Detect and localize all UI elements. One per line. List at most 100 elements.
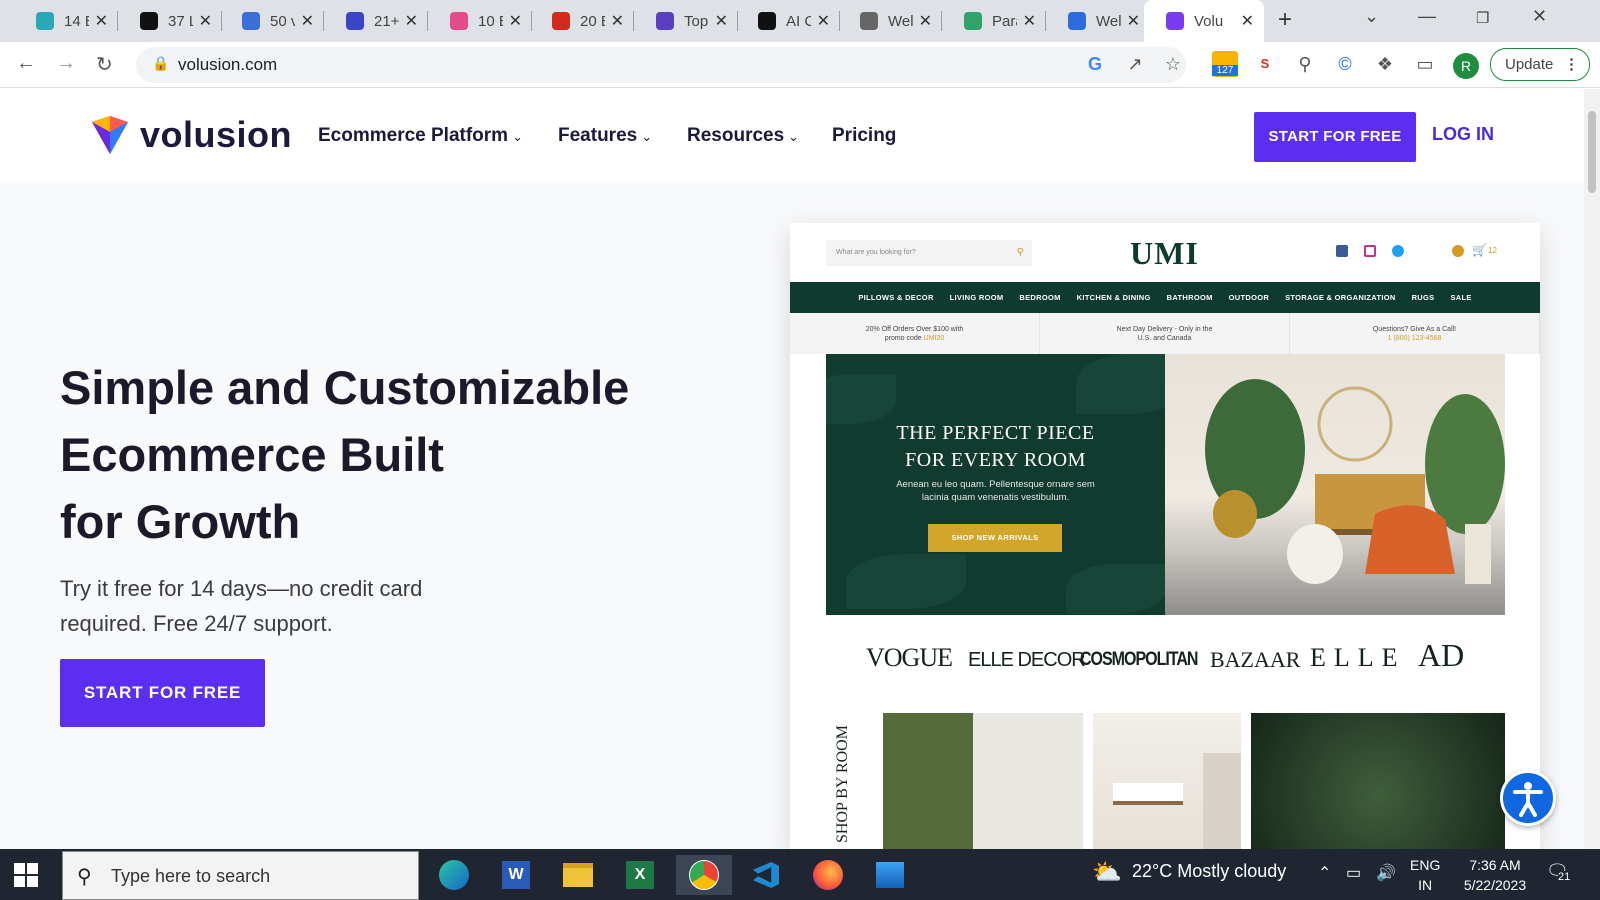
chrome-icon[interactable]: [676, 855, 732, 895]
seo-extension-icon[interactable]: S: [1254, 53, 1276, 75]
browser-tab[interactable]: Top ✕: [634, 0, 738, 42]
accessibility-button[interactable]: [1500, 770, 1556, 826]
close-tab-icon[interactable]: ✕: [919, 11, 932, 31]
press-logo-bazaar: BAZAAR: [1210, 647, 1301, 672]
close-tab-icon[interactable]: ✕: [405, 11, 418, 31]
login-link[interactable]: LOG IN: [1432, 124, 1494, 145]
volusion-logo[interactable]: volusion: [92, 114, 292, 156]
extension-calendar-icon[interactable]: 127: [1212, 51, 1238, 77]
mockup-search-bar: What are you looking for? ⚲: [826, 240, 1032, 266]
browser-tab[interactable]: 37 L ✕: [118, 0, 222, 42]
edge-icon[interactable]: [434, 855, 474, 895]
bookmark-star-icon[interactable]: ☆: [1162, 53, 1184, 75]
side-panel-icon[interactable]: ▭: [1414, 53, 1436, 75]
browser-tab[interactable]: Wel ✕: [838, 0, 942, 42]
chevron-down-icon: ⌄: [512, 129, 523, 144]
address-bar[interactable]: 🔒 volusion.com G ↗ ☆: [136, 47, 1186, 83]
tab-title: 10 E: [478, 12, 503, 30]
google-lens-icon[interactable]: G: [1084, 53, 1106, 75]
url-text[interactable]: volusion.com: [178, 55, 277, 75]
close-tab-icon[interactable]: ✕: [1127, 11, 1140, 31]
browser-toolbar: ← → ↻ 🔒 volusion.com G ↗ ☆ 127 S ⚲ © ❖ ▭…: [0, 42, 1600, 88]
weather-text[interactable]: 22°C Mostly cloudy: [1132, 861, 1286, 882]
zoom-extension-icon[interactable]: ⚲: [1294, 53, 1316, 75]
excel-icon[interactable]: X: [620, 855, 660, 895]
scrollbar-thumb[interactable]: [1588, 111, 1596, 193]
file-explorer-icon[interactable]: [558, 855, 598, 895]
browser-tab-strip: + ⌄ — ❐ ✕ 14 E✕37 L✕50 v✕21+✕10 E✕20 E✕T…: [0, 0, 1600, 42]
notification-center-icon[interactable]: 🗨21: [1546, 861, 1571, 883]
close-tab-icon[interactable]: ✕: [715, 11, 728, 31]
taskbar-search[interactable]: ⚲ Type here to search: [62, 851, 419, 900]
profile-avatar[interactable]: R: [1453, 53, 1479, 79]
windows-start-icon[interactable]: [14, 863, 38, 887]
close-tab-icon[interactable]: ✕: [817, 11, 830, 31]
firefox-icon[interactable]: [808, 855, 848, 895]
mockup-hero-text: Aenean eu leo quam. Pellentesque ornare …: [896, 479, 1095, 503]
browser-tab[interactable]: Wel ✕: [1046, 0, 1150, 42]
close-tab-icon[interactable]: ✕: [611, 11, 624, 31]
more-menu-icon[interactable]: ⋮: [1564, 49, 1579, 80]
promo-item: 20% Off Orders Over $100 with promo code …: [790, 313, 1040, 354]
word-glyph: W: [502, 861, 530, 889]
edge-glyph: [439, 860, 469, 890]
lock-icon: 🔒: [152, 55, 170, 71]
header-start-for-free-button[interactable]: START FOR FREE: [1254, 112, 1416, 162]
press-logo-ad: AD: [1418, 637, 1465, 673]
browser-tab[interactable]: 20 E ✕: [530, 0, 634, 42]
tab-favicon-icon: [36, 12, 54, 30]
account-icon: [1452, 245, 1464, 257]
browser-tab[interactable]: 10 E ✕: [428, 0, 532, 42]
network-icon[interactable]: ▭: [1346, 863, 1361, 883]
nav-ecommerce-platform[interactable]: Ecommerce Platform ⌄: [318, 125, 523, 147]
word-icon[interactable]: W: [496, 855, 536, 895]
close-tab-icon[interactable]: ✕: [1241, 11, 1254, 31]
minimize-button[interactable]: —: [1418, 6, 1436, 27]
vscode-icon[interactable]: [746, 855, 786, 895]
browser-tab[interactable]: 21+ ✕: [324, 0, 428, 42]
tab-favicon-icon: [346, 12, 364, 30]
share-icon[interactable]: ↗: [1124, 53, 1146, 75]
nav-features[interactable]: Features ⌄: [558, 125, 652, 147]
promo-item: Questions? Give As a Call! 1 (800) 123-45…: [1290, 313, 1540, 354]
tab-favicon-icon: [964, 12, 982, 30]
browser-tab[interactable]: Para ✕: [942, 0, 1046, 42]
back-arrow-icon[interactable]: ←: [16, 52, 36, 75]
nav-pricing[interactable]: Pricing: [832, 125, 896, 147]
restore-button[interactable]: ❐: [1476, 9, 1489, 27]
update-button[interactable]: Update ⋮: [1490, 48, 1590, 81]
close-tab-icon[interactable]: ✕: [509, 11, 522, 31]
browser-tab[interactable]: 14 E ✕: [14, 0, 118, 42]
page-scrollbar[interactable]: [1584, 89, 1600, 849]
clock[interactable]: 7:36 AM 5/22/2023: [1452, 855, 1538, 895]
reload-icon[interactable]: ↻: [96, 52, 113, 77]
browser-tab[interactable]: Volu ✕: [1144, 0, 1264, 42]
tray-chevron-up-icon[interactable]: ⌃: [1318, 863, 1331, 883]
mockup-hero-title: THE PERFECT PIECE FOR EVERY ROOM: [896, 422, 1095, 471]
volume-icon[interactable]: 🔊: [1376, 863, 1396, 883]
close-tab-icon[interactable]: ✕: [301, 11, 314, 31]
new-tab-button[interactable]: +: [1278, 6, 1292, 34]
hero-start-for-free-button[interactable]: START FOR FREE: [60, 659, 265, 727]
close-tab-icon[interactable]: ✕: [199, 11, 212, 31]
mockup-nav: PILLOWS & DECOR LIVING ROOM BEDROOM KITC…: [790, 282, 1540, 313]
photos-icon[interactable]: [870, 855, 910, 895]
tab-title: Top: [684, 12, 709, 30]
chrome-glyph: [689, 860, 719, 890]
copyright-extension-icon[interactable]: ©: [1334, 53, 1356, 75]
browser-tab[interactable]: 50 v ✕: [220, 0, 324, 42]
browser-tab[interactable]: AI C ✕: [736, 0, 840, 42]
chevron-down-icon: ⌄: [641, 129, 653, 144]
forward-arrow-icon[interactable]: →: [56, 52, 76, 75]
nav-resources[interactable]: Resources ⌄: [687, 125, 799, 147]
language-indicator[interactable]: ENG IN: [1410, 855, 1440, 895]
cart-count: 12: [1488, 246, 1497, 255]
close-window-button[interactable]: ✕: [1532, 6, 1547, 27]
room-photo-green-wall: [883, 713, 1083, 849]
weather-cloudy-icon[interactable]: ⛅: [1092, 858, 1122, 887]
close-tab-icon[interactable]: ✕: [95, 11, 108, 31]
extensions-puzzle-icon[interactable]: ❖: [1374, 53, 1396, 75]
living-room-photo: [1165, 354, 1505, 615]
tab-search-chevron-icon[interactable]: ⌄: [1364, 6, 1379, 27]
close-tab-icon[interactable]: ✕: [1023, 11, 1036, 31]
